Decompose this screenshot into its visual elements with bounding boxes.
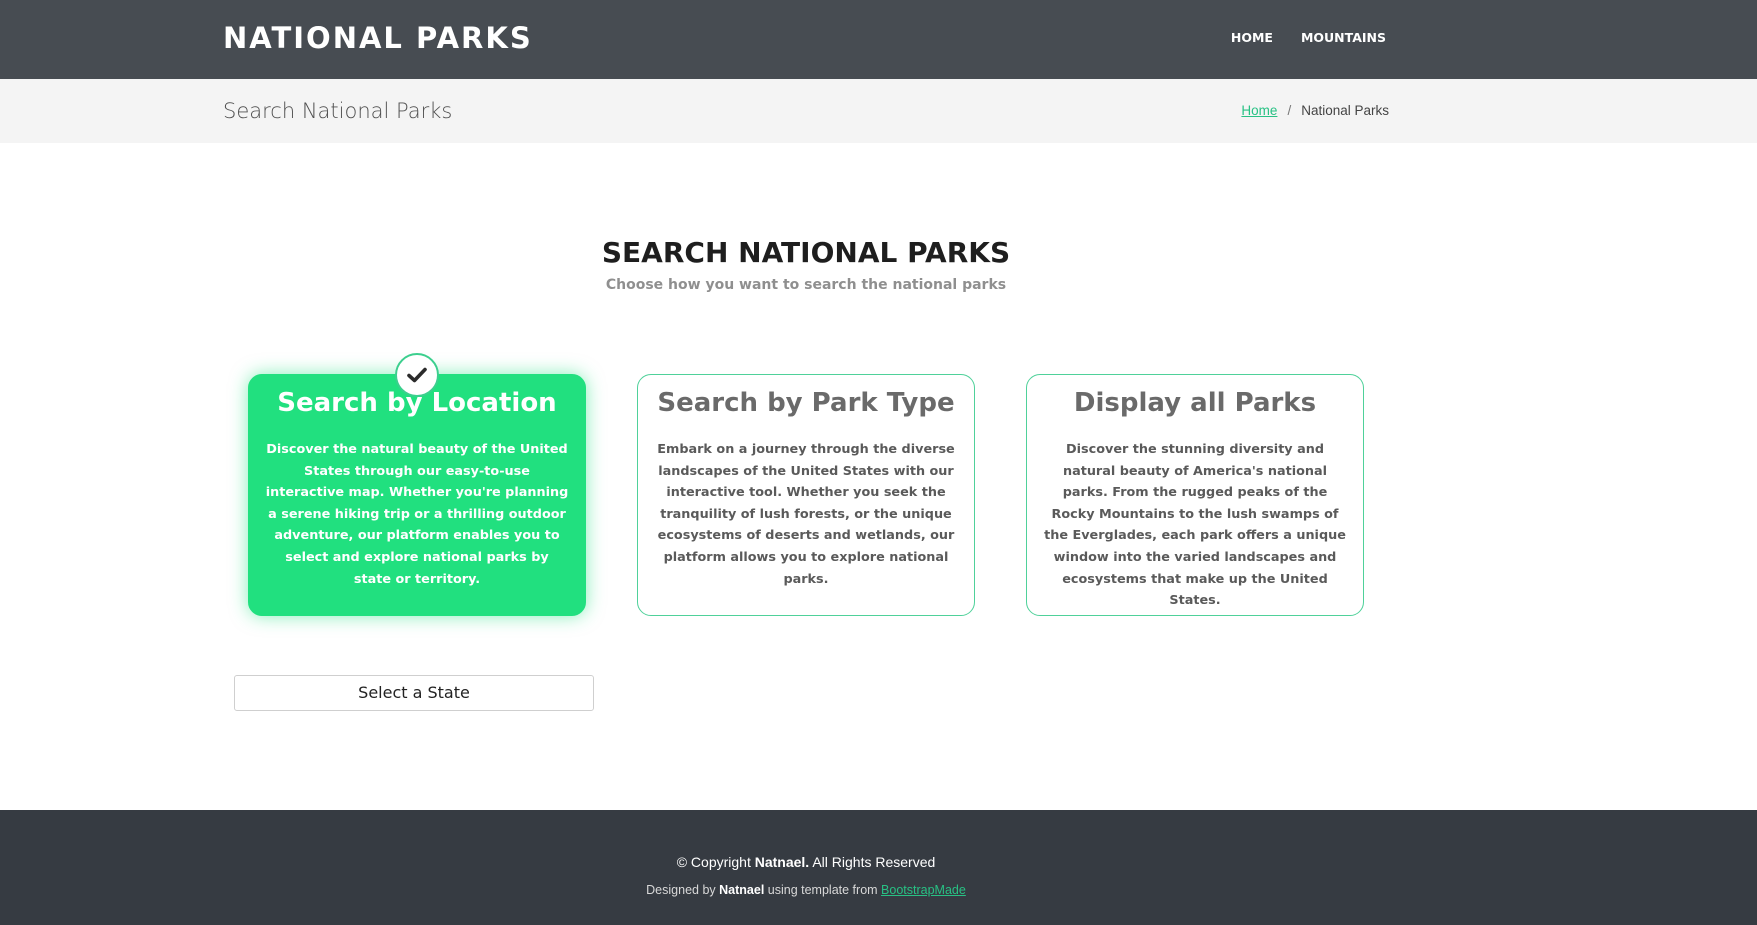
site-logo[interactable]: NATIONAL PARKS xyxy=(223,20,533,56)
breadcrumb: Home / National Parks xyxy=(1241,102,1389,120)
copyright-text: © Copyright Natnael. All Rights Reserved xyxy=(676,854,936,870)
breadcrumb-bar: Search National Parks Home / National Pa… xyxy=(0,79,1757,143)
bootstrapmade-link[interactable]: BootstrapMade xyxy=(881,883,966,897)
nav-home-link[interactable]: HOME xyxy=(1231,29,1273,47)
search-by-location-card[interactable]: Search by Location Discover the natural … xyxy=(248,374,586,616)
section-title: SEARCH NATIONAL PARKS xyxy=(601,236,1011,269)
breadcrumb-current: National Parks xyxy=(1301,103,1389,118)
breadcrumb-separator: / xyxy=(1287,103,1292,118)
main-nav: HOME MOUNTAINS xyxy=(1231,29,1386,47)
designer-name: Natnael xyxy=(719,883,765,897)
card-description: Discover the stunning diversity and natu… xyxy=(1044,442,1346,609)
check-icon xyxy=(395,353,439,397)
site-header: NATIONAL PARKS HOME MOUNTAINS xyxy=(0,0,1757,79)
section-subtitle: Choose how you want to search the nation… xyxy=(605,277,1007,293)
credits-text: Designed by Natnael using template from … xyxy=(646,883,966,897)
card-description: Discover the natural beauty of the Unite… xyxy=(265,442,569,587)
state-select[interactable]: Select a State xyxy=(234,675,594,711)
nav-mountains-link[interactable]: MOUNTAINS xyxy=(1301,29,1386,47)
card-title: Display all Parks xyxy=(1073,388,1317,418)
display-all-parks-card[interactable]: Display all Parks Discover the stunning … xyxy=(1026,374,1364,616)
breadcrumb-home-link[interactable]: Home xyxy=(1241,102,1277,120)
card-description: Embark on a journey through the diverse … xyxy=(657,442,955,587)
page-title: Search National Parks xyxy=(223,99,453,123)
site-footer: © Copyright Natnael. All Rights Reserved… xyxy=(0,810,1757,925)
copyright-owner: Natnael. xyxy=(754,854,810,870)
search-by-park-type-card[interactable]: Search by Park Type Embark on a journey … xyxy=(637,374,975,616)
card-title: Search by Park Type xyxy=(657,388,955,418)
